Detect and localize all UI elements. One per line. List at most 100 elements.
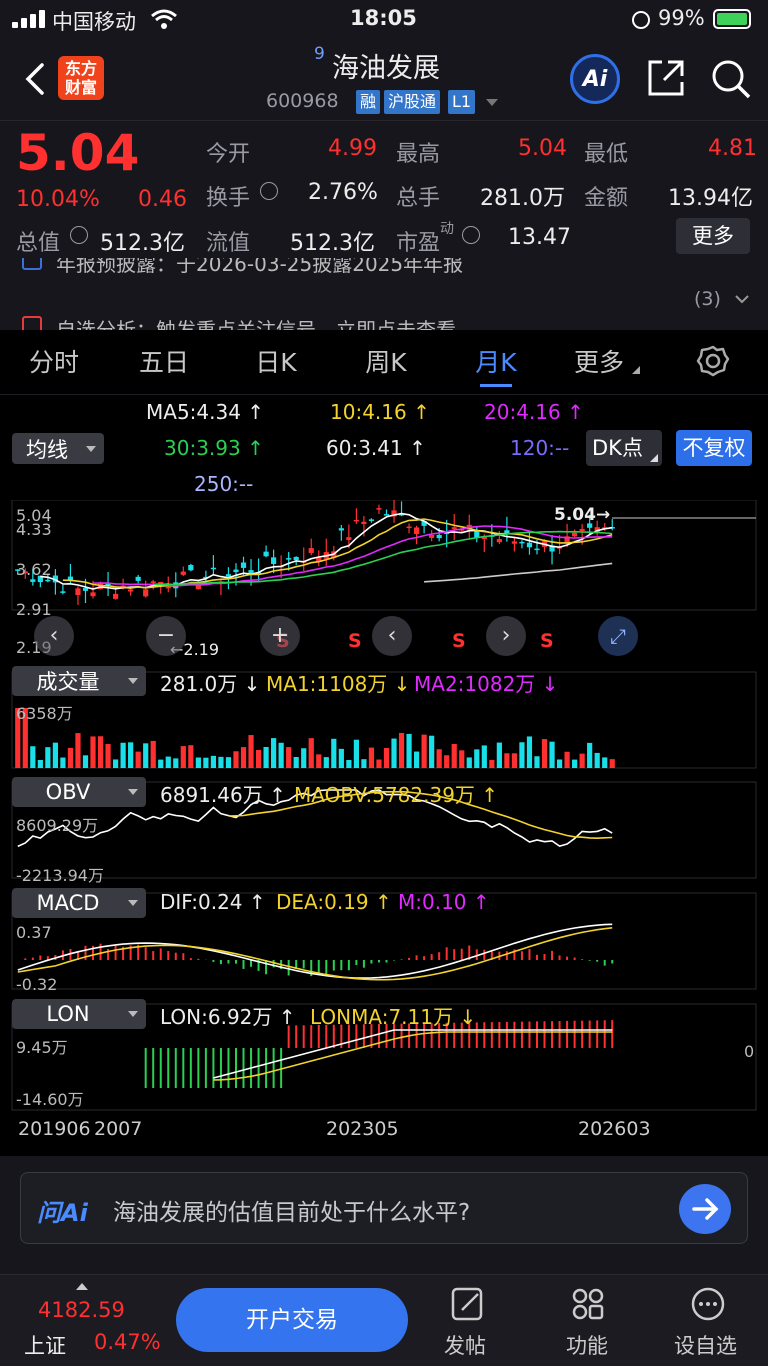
add-watchlist-label[interactable]: 设自选 bbox=[674, 1330, 737, 1360]
tab-monthly-k[interactable]: 月K bbox=[458, 340, 534, 382]
volume-bar bbox=[474, 749, 480, 768]
chevron-down-icon[interactable] bbox=[734, 294, 750, 304]
post-label[interactable]: 发帖 bbox=[444, 1330, 486, 1360]
candle-body bbox=[353, 519, 359, 522]
tab-weekly-k[interactable]: 周K bbox=[348, 340, 424, 382]
trade-button[interactable]: 开户交易 bbox=[176, 1288, 408, 1352]
candle-body bbox=[263, 551, 269, 557]
candle-body bbox=[240, 562, 247, 568]
volume-bar bbox=[60, 757, 66, 768]
send-arrow-button[interactable] bbox=[679, 1184, 731, 1234]
function-label[interactable]: 功能 bbox=[566, 1330, 608, 1360]
volume-bar bbox=[466, 757, 472, 768]
info-icon[interactable] bbox=[260, 182, 278, 200]
macd-dif: DIF:0.24 ↑ bbox=[160, 890, 266, 914]
no-adjust-button[interactable]: 不复权 bbox=[676, 430, 752, 466]
volume-bar bbox=[188, 745, 194, 768]
post-icon[interactable] bbox=[450, 1286, 486, 1322]
stock-name: 海油发展 bbox=[332, 53, 440, 84]
candle-body bbox=[293, 556, 299, 561]
fullscreen-icon[interactable]: ⤢ bbox=[598, 616, 638, 656]
status-bar: 中国移动 18:05 99% bbox=[0, 0, 768, 40]
dk-button[interactable]: DK点 bbox=[586, 430, 662, 466]
obv-dropdown[interactable]: OBV bbox=[12, 777, 146, 807]
search-icon[interactable] bbox=[710, 58, 752, 100]
volume-bar bbox=[594, 752, 600, 768]
tab-daily-k[interactable]: 日K bbox=[238, 340, 314, 382]
volume-bar bbox=[233, 751, 239, 768]
candle-body bbox=[90, 592, 96, 597]
sell-signal: S bbox=[540, 630, 554, 652]
change-abs: 0.46 bbox=[138, 187, 187, 212]
tab-5day[interactable]: 五日 bbox=[126, 340, 202, 382]
volume-bar bbox=[255, 749, 262, 768]
scroll-left-icon[interactable]: ‹ bbox=[34, 616, 74, 656]
notice-icon bbox=[22, 258, 42, 270]
ai-question-input[interactable]: 海油发展的估值目前处于什么水平? bbox=[113, 1193, 470, 1227]
pe-value: 13.47 bbox=[508, 225, 571, 250]
info-icon[interactable] bbox=[462, 226, 480, 244]
open-value: 4.99 bbox=[328, 136, 377, 161]
back-icon[interactable] bbox=[22, 62, 48, 96]
volume-bar bbox=[406, 733, 412, 768]
tab-active-indicator bbox=[480, 384, 512, 387]
x-axis-label: 2007 bbox=[94, 1118, 143, 1140]
info-icon[interactable] bbox=[70, 226, 88, 244]
volume-bar bbox=[587, 742, 593, 768]
macd-m: M:0.10 ↑ bbox=[398, 890, 490, 914]
volume-bar bbox=[158, 759, 164, 768]
volume-dropdown[interactable]: 成交量 bbox=[12, 666, 146, 696]
ma60-label: 60:3.41 ↑ bbox=[326, 436, 426, 460]
macd-dropdown[interactable]: MACD bbox=[12, 888, 146, 918]
volume-bar bbox=[90, 736, 96, 768]
float-value: 512.3亿 bbox=[290, 231, 375, 256]
add-watchlist-icon[interactable] bbox=[690, 1286, 726, 1322]
volume-bar bbox=[248, 735, 254, 768]
macd-max-label: 0.37 bbox=[16, 923, 52, 942]
high-value: 5.04 bbox=[518, 136, 567, 161]
function-icon[interactable] bbox=[570, 1286, 606, 1322]
tab-intraday[interactable]: 分时 bbox=[18, 340, 90, 382]
volume-bar bbox=[353, 739, 359, 768]
sell-signal: S bbox=[452, 630, 466, 652]
index-value[interactable]: 4182.59 bbox=[38, 1298, 125, 1322]
volume-bar bbox=[534, 756, 540, 768]
candle-body bbox=[128, 589, 134, 592]
tag-connect: 沪股通 bbox=[384, 90, 441, 114]
share-icon[interactable] bbox=[646, 58, 686, 98]
candle-body bbox=[451, 527, 457, 529]
index-name[interactable]: 上证 bbox=[24, 1330, 66, 1360]
zoom-in-icon[interactable]: + bbox=[260, 616, 300, 656]
volume-bar bbox=[549, 741, 555, 768]
ai-logo: 问Ai bbox=[37, 1199, 88, 1227]
candle-body bbox=[60, 591, 66, 593]
ai-icon[interactable]: Ai bbox=[570, 54, 620, 104]
candle-body bbox=[188, 564, 194, 571]
index-change[interactable]: 0.47% bbox=[94, 1330, 161, 1354]
tab-more[interactable]: 更多 bbox=[566, 340, 632, 382]
ma-dropdown[interactable]: 均线 bbox=[12, 433, 104, 464]
volume-bar bbox=[195, 757, 201, 768]
volume-bar bbox=[556, 759, 563, 768]
ai-question-box[interactable]: 问Ai 海油发展的估值目前处于什么水平? bbox=[20, 1172, 748, 1244]
candle-body bbox=[534, 548, 540, 551]
chevron-down-icon[interactable] bbox=[486, 99, 498, 106]
amount-value: 13.94亿 bbox=[668, 186, 753, 211]
candle-body bbox=[504, 530, 510, 534]
volume-bar bbox=[52, 742, 58, 768]
zoom-out-icon[interactable]: − bbox=[146, 616, 186, 656]
settings-icon[interactable] bbox=[696, 344, 730, 378]
more-button[interactable]: 更多 bbox=[676, 218, 750, 254]
amount-label: 金额 bbox=[584, 186, 629, 211]
volume-bar bbox=[436, 749, 442, 768]
volume-bar bbox=[173, 758, 179, 768]
notice-count: (3) bbox=[694, 288, 721, 310]
volume-bar bbox=[301, 748, 307, 768]
prev-icon[interactable]: ‹ bbox=[372, 616, 412, 656]
candle-body bbox=[579, 528, 585, 532]
lon-dropdown[interactable]: LON bbox=[12, 999, 146, 1029]
ma30-label: 30:3.93 ↑ bbox=[164, 436, 264, 460]
candle-body bbox=[406, 526, 412, 529]
next-icon[interactable]: › bbox=[486, 616, 526, 656]
notice-area[interactable]: 年报预披露：于2026-03-25披露2025年年报 (3) 自选分析：触发重点… bbox=[0, 258, 768, 330]
